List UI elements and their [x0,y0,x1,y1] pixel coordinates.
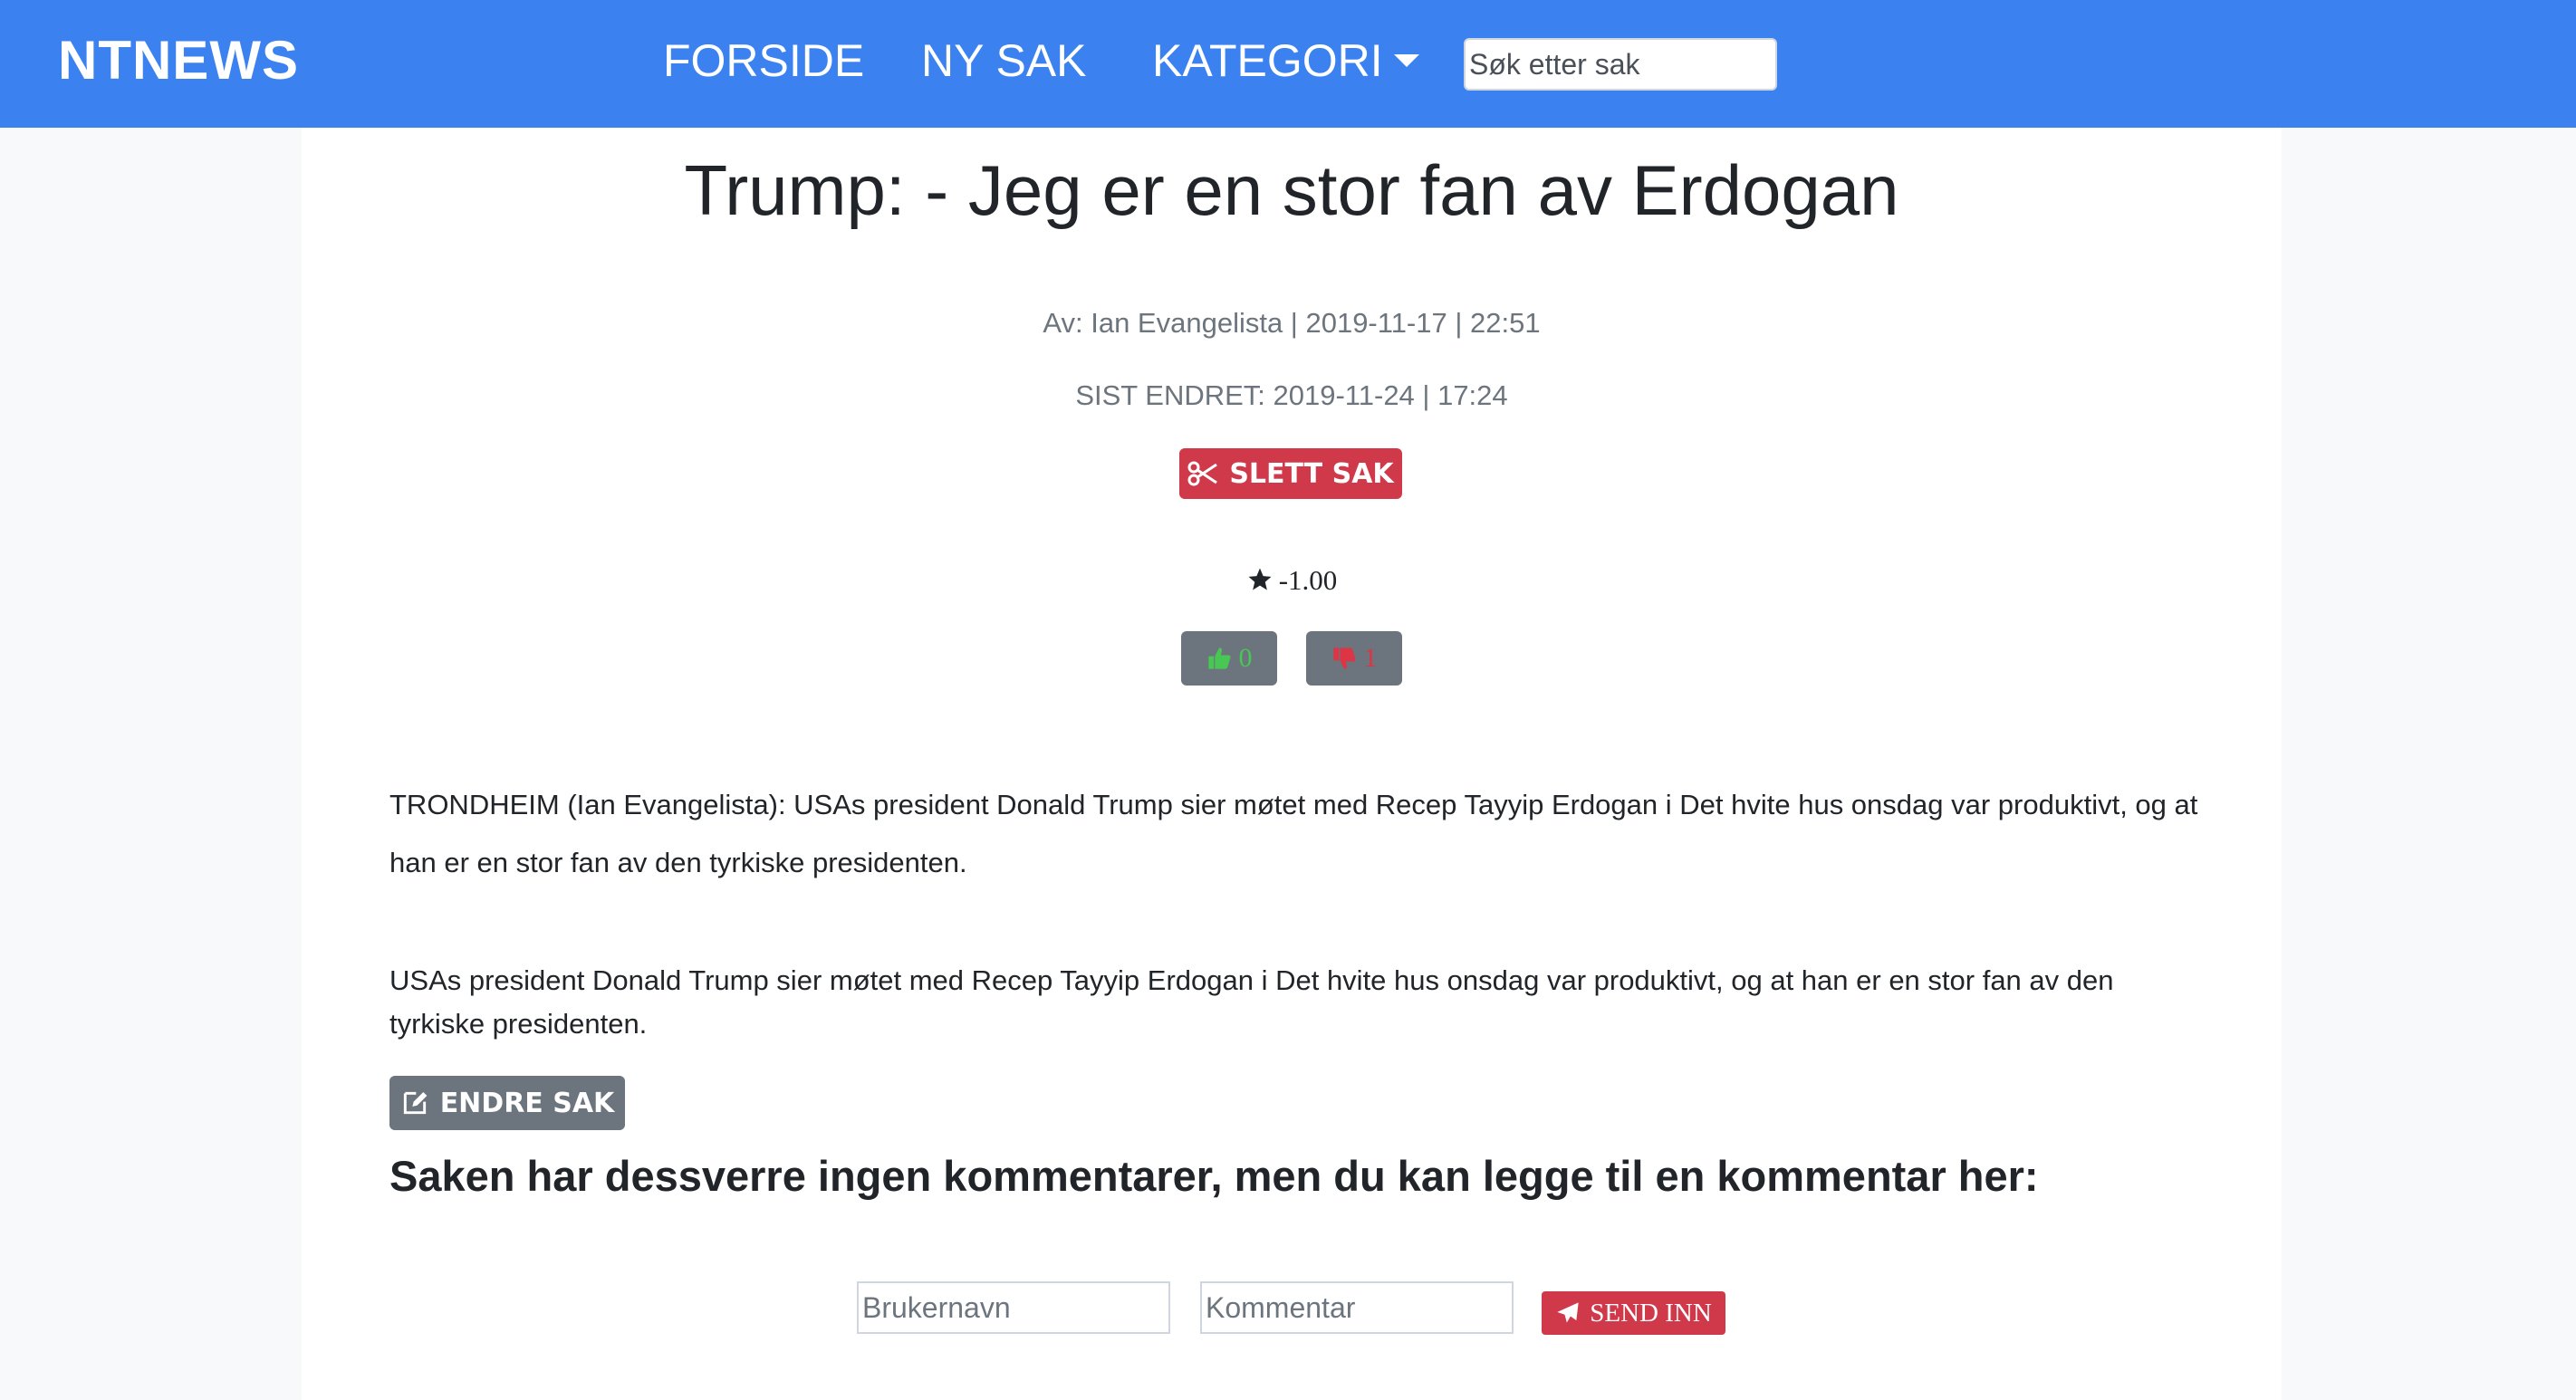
article-byline: Av: Ian Evangelista | 2019-11-17 | 22:51 [1043,307,1541,339]
dislike-button[interactable]: 1 [1306,631,1402,686]
delete-article-label: SLETT SAK [1229,457,1394,490]
username-field[interactable] [857,1281,1170,1334]
nav-kategori-dropdown[interactable]: KATEGORI [1152,34,1419,87]
article-container: Trump: - Jeg er en stor fan av Erdogan A… [302,128,2282,1400]
paper-plane-icon [1557,1302,1579,1323]
edit-article-label: ENDRE SAK [439,1087,615,1119]
article-lead: TRONDHEIM (Ian Evangelista): USAs presid… [389,789,2198,878]
send-comment-button[interactable]: SEND INN [1542,1291,1725,1335]
brand-logo[interactable]: NTNEWS [58,29,299,91]
search-input[interactable] [1464,38,1777,91]
edit-icon [403,1091,428,1115]
edit-article-button[interactable]: ENDRE SAK [389,1076,625,1130]
article-title: Trump: - Jeg er en stor fan av Erdogan [684,150,1899,230]
like-count: 0 [1238,643,1253,673]
like-button[interactable]: 0 [1181,631,1277,686]
article-last-edited: SIST ENDRET: 2019-11-24 | 17:24 [1075,379,1508,411]
dislike-count: 1 [1363,643,1378,673]
delete-article-button[interactable]: SLETT SAK [1179,448,1402,499]
nav-forside[interactable]: FORSIDE [663,34,864,87]
top-navbar: NTNEWS FORSIDE NY SAK KATEGORI [0,0,2576,128]
comments-heading: Saken har dessverre ingen kommentarer, m… [389,1152,2039,1200]
nav-kategori-label: KATEGORI [1152,35,1383,86]
thumbs-down-icon [1332,647,1356,669]
star-icon [1248,568,1272,590]
comment-field[interactable] [1200,1281,1514,1334]
send-comment-label: SEND INN [1590,1298,1712,1328]
thumbs-up-icon [1207,647,1231,669]
scissors-icon [1187,461,1218,486]
nav-ny-sak[interactable]: NY SAK [921,34,1087,87]
article-body: USAs president Donald Trump sier møtet m… [389,964,2114,1040]
article-rating: -1.00 [302,564,2282,597]
caret-down-icon [1393,53,1419,67]
rating-value: -1.00 [1278,564,1338,596]
